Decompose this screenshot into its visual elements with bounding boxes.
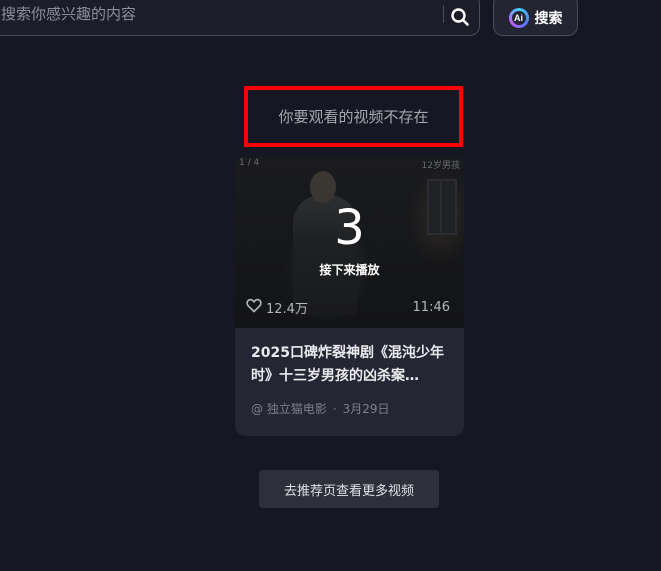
more-videos-button[interactable]: 去推荐页查看更多视频 <box>259 470 439 508</box>
thumbnail-counter: 1 / 4 <box>239 158 260 168</box>
search-input[interactable]: 搜索你感兴趣的内容 <box>1 3 136 24</box>
ai-search-label: 搜索 <box>534 11 563 27</box>
thumbnail-figure-head <box>310 171 336 203</box>
ai-badge-text: Ai <box>514 13 523 23</box>
search-icon[interactable] <box>449 6 471 28</box>
video-duration: 11:46 <box>412 300 450 315</box>
video-author[interactable]: @ 独立猫电影 <box>251 400 327 417</box>
ai-search-button[interactable]: Ai 搜索 <box>493 0 578 36</box>
ai-search-icon: Ai <box>508 8 529 28</box>
video-not-exist-message: 你要观看的视频不存在 <box>278 108 429 126</box>
meta-separator: · <box>332 401 337 416</box>
video-thumbnail[interactable]: 1 / 4 12岁男孩 3 接下来播放 12.4万 11:46 <box>235 157 464 328</box>
video-date: 3月29日 <box>342 402 390 416</box>
like-group: 12.4万 <box>246 298 308 317</box>
video-meta: @ 独立猫电影 · 3月29日 <box>251 400 390 417</box>
search-bar[interactable]: 搜索你感兴趣的内容 <box>0 0 480 36</box>
countdown-number: 3 <box>334 200 365 256</box>
next-play-label: 接下来播放 <box>319 263 380 277</box>
highlight-box: 你要观看的视频不存在 <box>244 86 463 147</box>
thumbnail-corner-label: 12岁男孩 <box>421 161 460 171</box>
like-count: 12.4万 <box>266 302 308 317</box>
video-card[interactable]: 1 / 4 12岁男孩 3 接下来播放 12.4万 11:46 2025口碑炸裂… <box>235 157 464 436</box>
search-divider <box>443 5 444 23</box>
video-title[interactable]: 2025口碑炸裂神剧《混沌少年时》十三岁男孩的凶杀案… <box>251 342 451 388</box>
heart-icon <box>246 298 262 317</box>
